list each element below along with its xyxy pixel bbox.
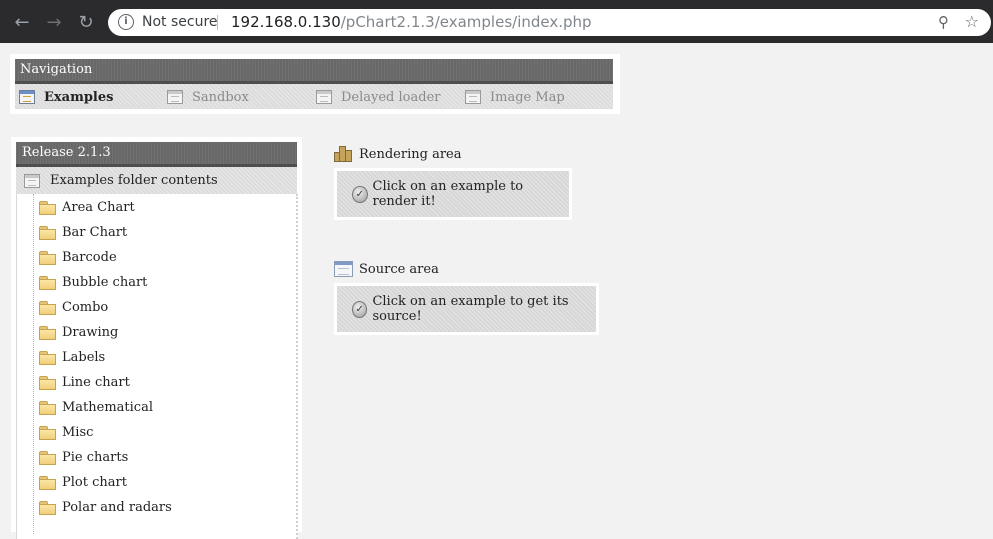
rendering-area-heading: Rendering area: [334, 146, 461, 162]
folder-tree: Area Chart Bar Chart Barcode Bubble char…: [16, 194, 298, 539]
buildings-icon: [334, 146, 353, 162]
nav-item-label: Image Map: [490, 89, 565, 105]
folder-item-bar-chart[interactable]: Bar Chart: [39, 222, 127, 242]
nav-item-sandbox[interactable]: Sandbox: [167, 88, 249, 106]
url-path: /pChart2.1.3/examples/index.php: [340, 13, 592, 31]
folder-label: Misc: [62, 424, 94, 440]
bookmark-star-icon[interactable]: ☆: [965, 12, 979, 31]
nav-item-examples[interactable]: Examples: [19, 88, 113, 106]
source-window-icon: [334, 261, 353, 277]
folder-icon: [39, 250, 56, 265]
folder-label: Plot chart: [62, 474, 127, 490]
navigation-title: Navigation: [20, 62, 93, 77]
folder-item-mathematical[interactable]: Mathematical: [39, 397, 153, 417]
rendering-area-message-panel: ✓ Click on an example to render it!: [337, 171, 569, 217]
browser-toolbar: ← → ↻ i Not secure 192.168.0.130/pChart2…: [0, 0, 993, 43]
check-badge-icon: ✓: [352, 185, 368, 203]
folder-item-barcode[interactable]: Barcode: [39, 247, 117, 267]
nav-item-image-map[interactable]: Image Map: [465, 88, 565, 106]
release-panel: Release 2.1.3 Examples folder contents A…: [11, 137, 302, 539]
tree-guide-line: [33, 194, 35, 534]
folder-label: Line chart: [62, 374, 130, 390]
folder-item-labels[interactable]: Labels: [39, 347, 105, 367]
examples-folder-header[interactable]: Examples folder contents: [16, 167, 297, 194]
folder-item-misc[interactable]: Misc: [39, 422, 93, 442]
nav-item-label: Delayed loader: [341, 89, 441, 105]
folder-item-line-chart[interactable]: Line chart: [39, 372, 130, 392]
url-host: 192.168.0.130: [231, 13, 341, 31]
folder-label: Bubble chart: [62, 274, 148, 290]
folder-icon: [39, 475, 56, 490]
folder-label: Barcode: [62, 249, 117, 265]
folder-icon: [39, 400, 56, 415]
folder-icon: [39, 425, 56, 440]
folder-icon: [39, 300, 56, 315]
folder-icon: [39, 325, 56, 340]
nav-item-label: Examples: [44, 89, 114, 105]
back-arrow-icon[interactable]: ←: [10, 10, 34, 34]
release-header: Release 2.1.3: [16, 142, 297, 167]
rendering-area-message: Click on an example to render it!: [372, 179, 524, 209]
check-badge-icon: ✓: [352, 300, 368, 318]
source-area-message: Click on an example to get its source!: [372, 294, 569, 324]
folder-icon: [39, 500, 56, 515]
folder-label: Area Chart: [62, 199, 135, 215]
folder-label: Combo: [62, 299, 109, 315]
folder-item-plot-chart[interactable]: Plot chart: [39, 472, 127, 492]
rendering-area-title: Rendering area: [359, 146, 462, 162]
folder-icon: [39, 450, 56, 465]
folder-label: Mathematical: [62, 399, 153, 415]
url-text[interactable]: 192.168.0.130/pChart2.1.3/examples/index…: [231, 13, 592, 31]
examples-folder-label: Examples folder contents: [50, 173, 218, 188]
folder-label: Pie charts: [62, 449, 129, 465]
omnibox-divider: [217, 15, 218, 30]
forward-arrow-icon[interactable]: →: [42, 10, 66, 34]
rendering-area-box: ✓ Click on an example to render it!: [334, 168, 572, 220]
folder-label: Labels: [62, 349, 106, 365]
navigation-header: Navigation: [15, 59, 613, 84]
source-area-box: ✓ Click on an example to get its source!: [334, 283, 599, 335]
folder-icon: [39, 200, 56, 215]
source-area-message-panel: ✓ Click on an example to get its source!: [337, 286, 596, 332]
address-bar[interactable]: i Not secure 192.168.0.130/pChart2.1.3/e…: [108, 9, 991, 36]
reload-icon[interactable]: ↻: [74, 10, 98, 34]
info-icon[interactable]: i: [118, 14, 134, 30]
release-title: Release 2.1.3: [22, 145, 111, 160]
navigation-bar: Examples Sandbox Delayed loader Image Ma…: [15, 84, 613, 109]
zoom-icon[interactable]: ⚲: [938, 13, 949, 31]
folder-icon: [39, 275, 56, 290]
folder-icon: [39, 350, 56, 365]
folder-icon: [39, 375, 56, 390]
delayed-loader-tab-icon: [316, 90, 332, 104]
folder-label: Polar and radars: [62, 499, 172, 515]
folder-icon: [39, 225, 56, 240]
source-area-title: Source area: [359, 261, 439, 277]
sandbox-tab-icon: [167, 90, 183, 104]
examples-tab-icon: [19, 90, 35, 104]
folder-item-bubble-chart[interactable]: Bubble chart: [39, 272, 147, 292]
folder-label: Drawing: [62, 324, 119, 340]
folder-label: Bar Chart: [62, 224, 128, 240]
folder-item-area-chart[interactable]: Area Chart: [39, 197, 135, 217]
security-status[interactable]: Not secure: [142, 14, 218, 30]
folder-contents-icon: [24, 173, 40, 188]
folder-item-combo[interactable]: Combo: [39, 297, 108, 317]
navigation-panel: Navigation Examples Sandbox Delayed load…: [10, 54, 620, 114]
source-area-heading: Source area: [334, 261, 439, 277]
nav-item-label: Sandbox: [192, 89, 249, 105]
folder-item-polar-and-radars[interactable]: Polar and radars: [39, 497, 172, 517]
folder-item-pie-charts[interactable]: Pie charts: [39, 447, 128, 467]
folder-item-drawing[interactable]: Drawing: [39, 322, 118, 342]
nav-item-delayed-loader[interactable]: Delayed loader: [316, 88, 440, 106]
image-map-tab-icon: [465, 90, 481, 104]
